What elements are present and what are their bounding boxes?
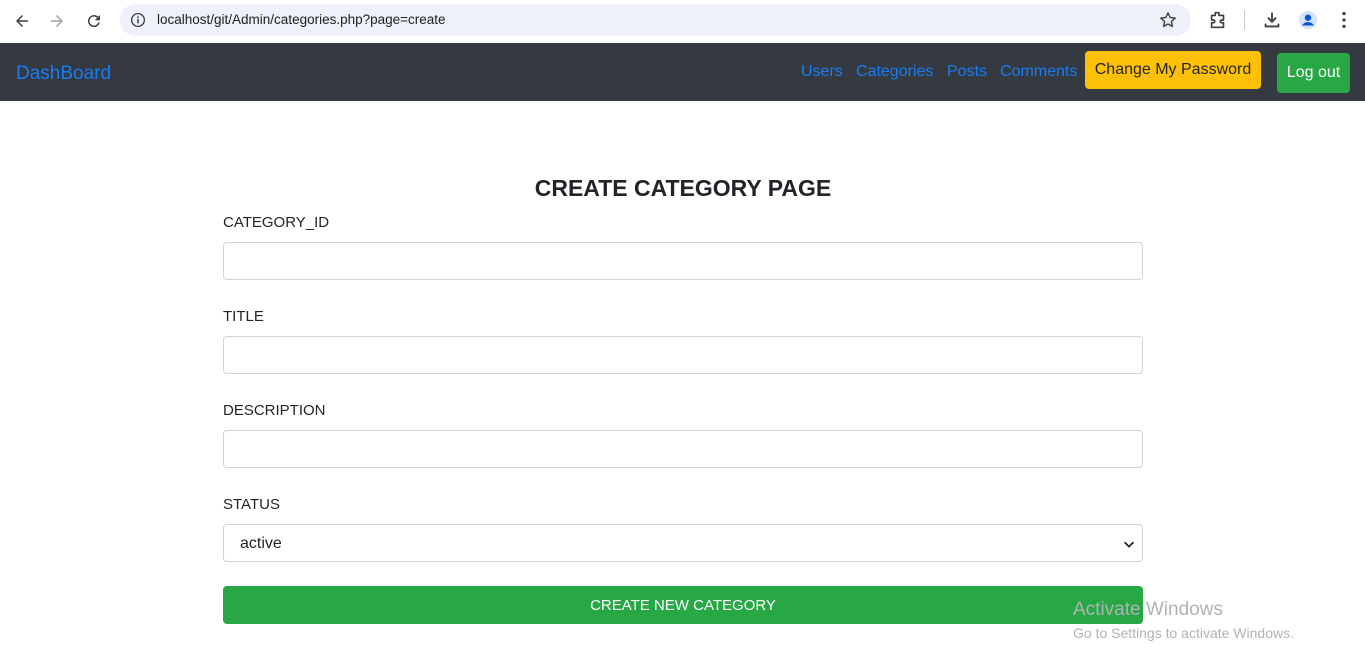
logout-button[interactable]: Log out	[1277, 53, 1350, 93]
change-password-button[interactable]: Change My Password	[1085, 51, 1261, 89]
activate-windows-title: Activate Windows	[1073, 599, 1223, 620]
nav-link-comments[interactable]: Comments	[1000, 63, 1077, 81]
title-label: TITLE	[223, 308, 264, 325]
title-input[interactable]	[223, 336, 1143, 374]
bookmark-star-icon[interactable]	[1158, 10, 1178, 30]
status-selected-value: active	[240, 535, 282, 552]
back-button[interactable]	[8, 7, 36, 35]
url-text: localhost/git/Admin/categories.php?page=…	[157, 12, 446, 27]
info-icon[interactable]	[129, 11, 147, 29]
extensions-icon[interactable]	[1207, 9, 1229, 31]
reload-icon	[87, 15, 100, 28]
address-bar[interactable]: localhost/git/Admin/categories.php?page=…	[120, 4, 1191, 36]
category-id-input[interactable]	[223, 242, 1143, 280]
description-label: DESCRIPTION	[223, 402, 326, 419]
download-icon[interactable]	[1261, 9, 1283, 31]
status-label: STATUS	[223, 496, 280, 513]
description-input[interactable]	[223, 430, 1143, 468]
profile-avatar-icon[interactable]	[1297, 9, 1319, 31]
chevron-down-icon	[1124, 541, 1134, 548]
activate-windows-subtitle: Go to Settings to activate Windows.	[1073, 625, 1294, 641]
arrow-right-icon	[51, 15, 63, 27]
nav-link-users[interactable]: Users	[801, 63, 843, 81]
page-title: CREATE CATEGORY PAGE	[534, 175, 832, 201]
more-vertical-icon[interactable]	[1333, 9, 1355, 31]
nav-link-categories[interactable]: Categories	[856, 63, 933, 81]
arrow-left-icon	[16, 15, 28, 27]
toolbar-divider	[1244, 10, 1245, 30]
nav-link-posts[interactable]: Posts	[947, 63, 987, 81]
reload-button[interactable]	[80, 7, 108, 35]
category-id-label: CATEGORY_ID	[223, 214, 330, 231]
create-category-button[interactable]: CREATE NEW CATEGORY	[223, 586, 1143, 624]
brand-link[interactable]: DashBoard	[16, 63, 111, 85]
browser-toolbar: localhost/git/Admin/categories.php?page=…	[0, 0, 1365, 43]
forward-button[interactable]	[43, 7, 71, 35]
status-select[interactable]: active	[223, 524, 1143, 562]
app-navbar: DashBoard Users Categories Posts Comment…	[0, 43, 1365, 101]
